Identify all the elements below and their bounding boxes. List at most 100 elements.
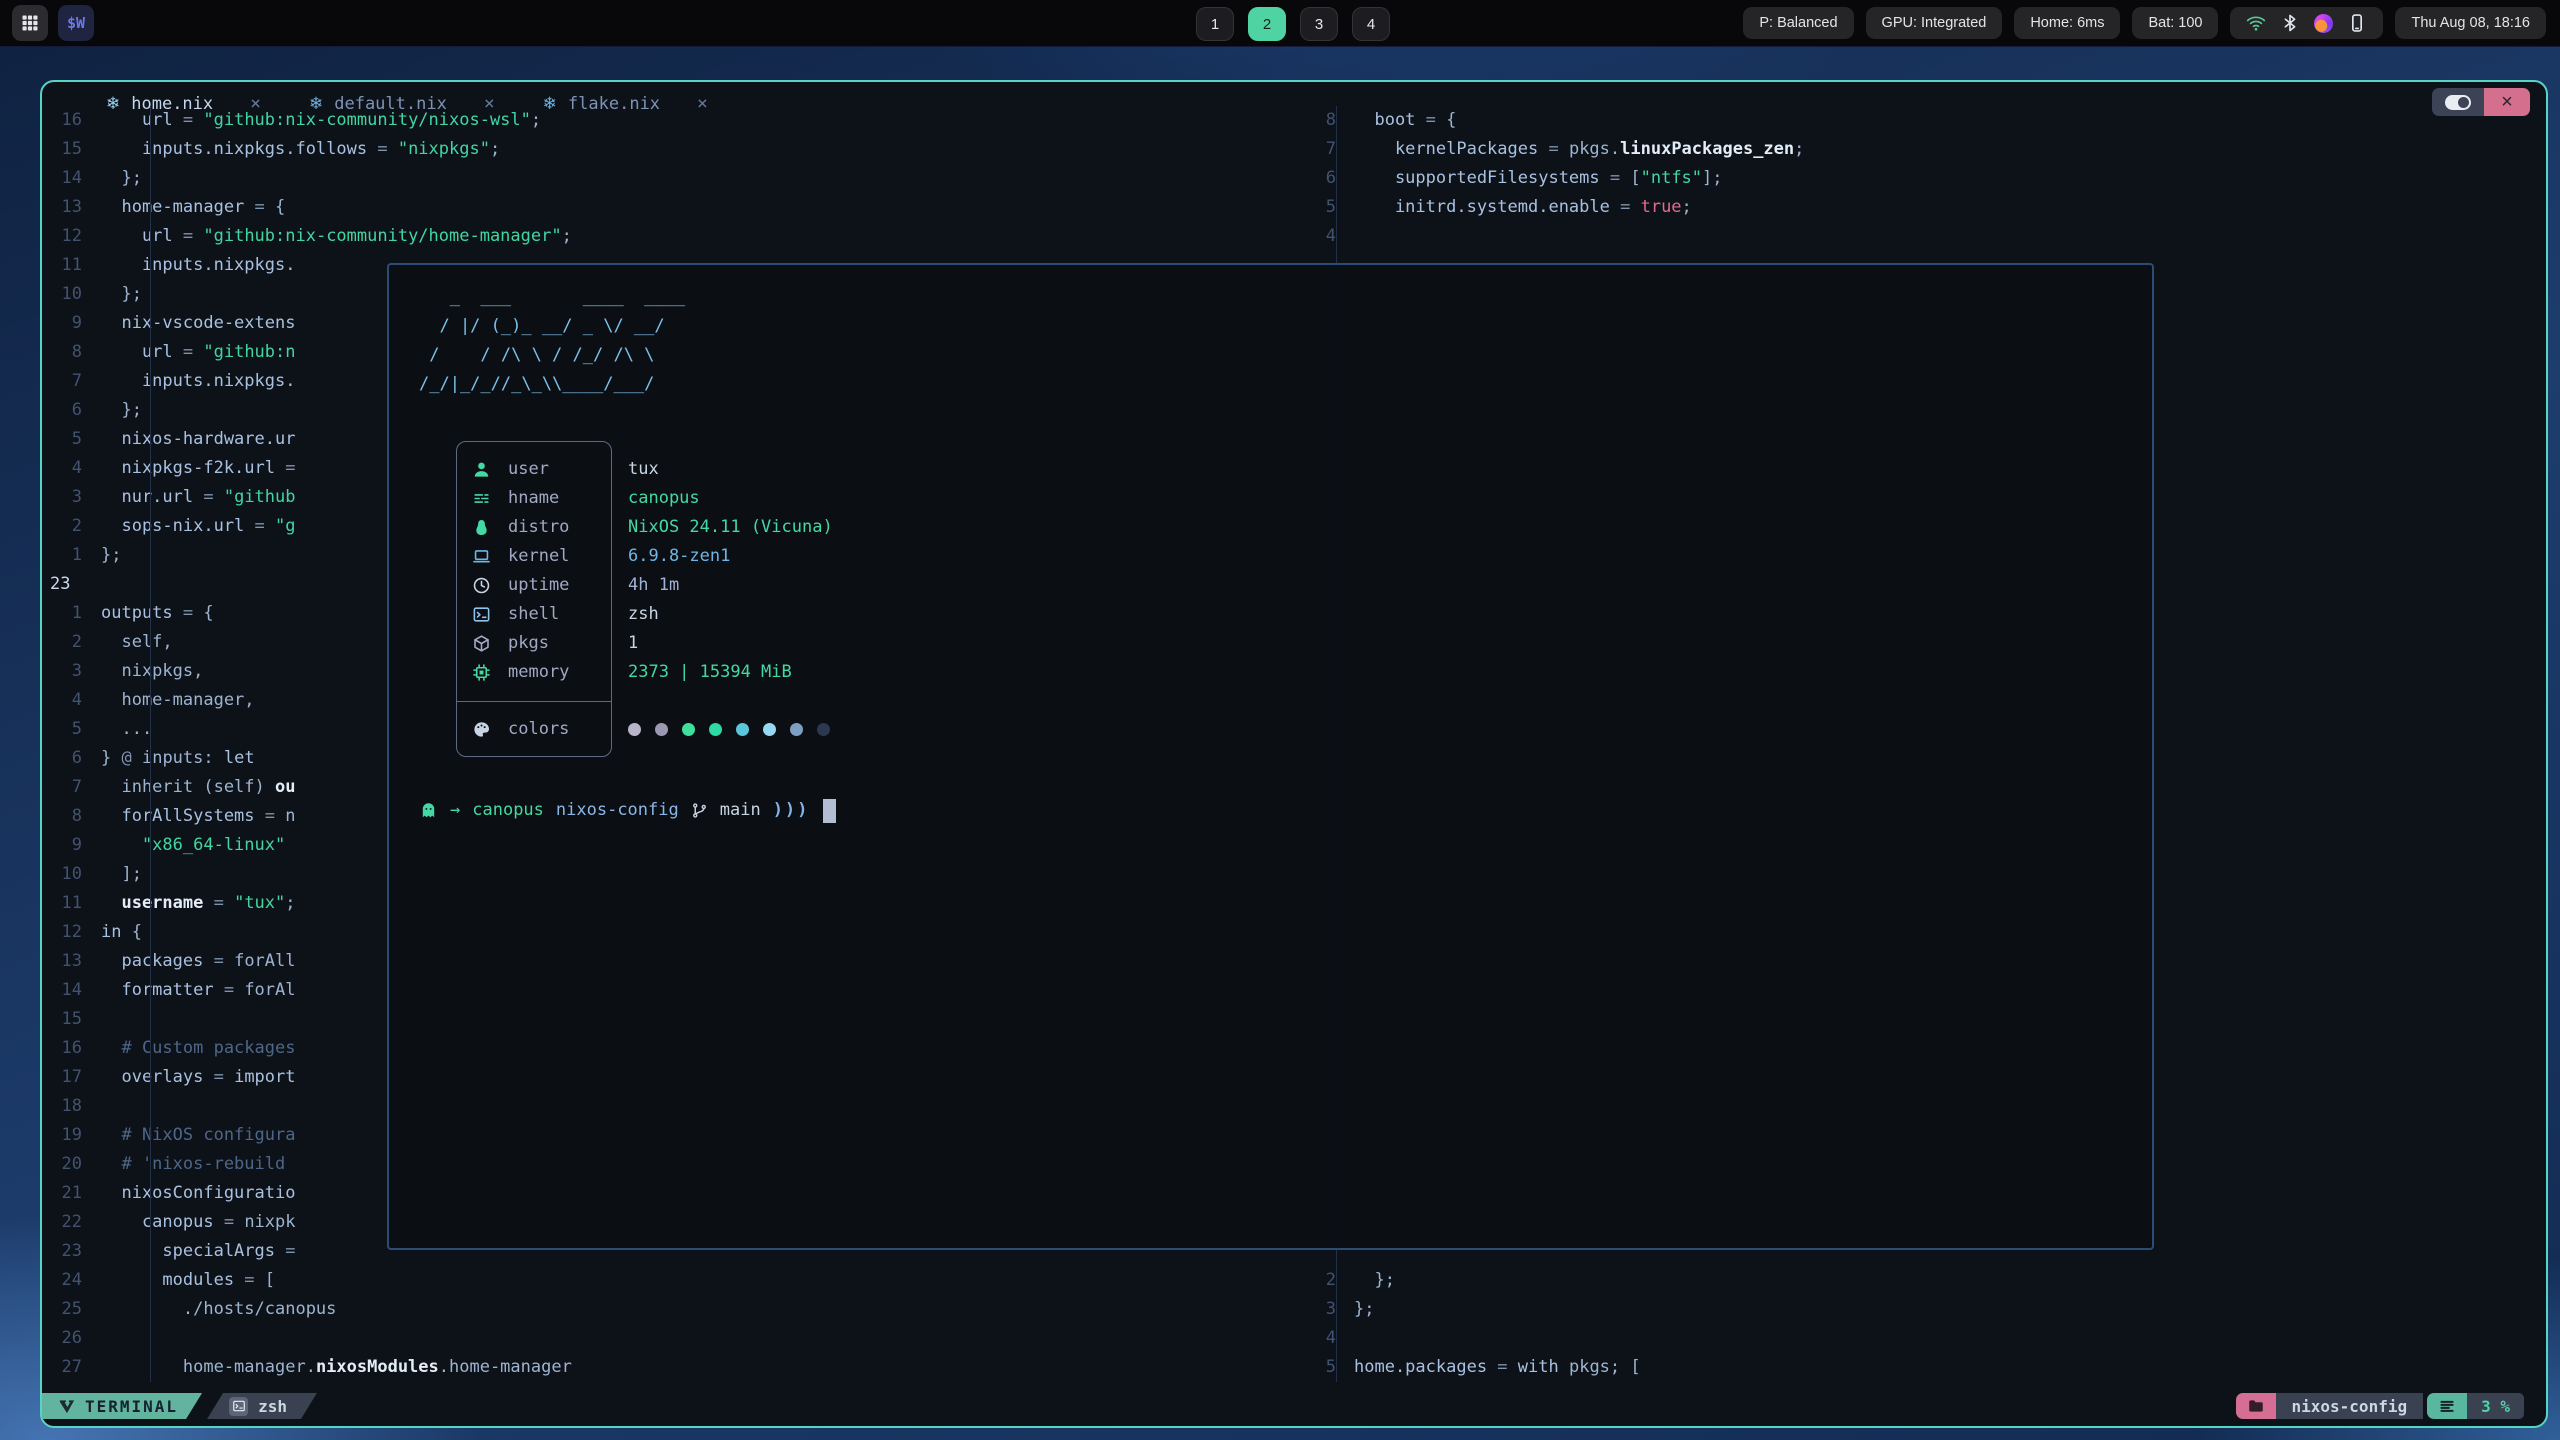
fetch-value: zsh — [628, 600, 659, 629]
editor-pane-right[interactable]: 8 boot = {7 kernelPackages = pkgs.linuxP… — [1312, 106, 2542, 251]
bluetooth-icon — [2280, 13, 2300, 33]
statusline-mode-segment: TERMINAL — [42, 1393, 202, 1419]
line-number: 10 — [42, 860, 86, 889]
line-number: 3 — [42, 483, 86, 512]
line-number: 16 — [42, 1034, 86, 1063]
line-number: 27 — [42, 1353, 86, 1382]
code-line: 5home.packages = with pkgs; [ — [1312, 1353, 2542, 1382]
line-number: 26 — [42, 1324, 86, 1353]
statusline-project: nixos-config — [2276, 1393, 2424, 1419]
workspace-button-4[interactable]: 4 — [1352, 7, 1390, 41]
right-pane-bottom-lines: 2 };3};45home.packages = with pkgs; [ — [1312, 1266, 2542, 1382]
fetch-row-pkgs: pkgs1 — [456, 629, 1556, 658]
status-pill[interactable]: P: Balanced — [1743, 7, 1853, 39]
color-swatch — [655, 723, 668, 736]
status-pill[interactable]: Bat: 100 — [2132, 7, 2218, 39]
line-number: 25 — [42, 1295, 86, 1324]
statusline-shell-segment: zsh — [207, 1393, 317, 1419]
status-pill[interactable]: GPU: Integrated — [1866, 7, 2003, 39]
code-line: 6 supportedFilesystems = ["ntfs"]; — [1312, 164, 2542, 193]
line-number: 16 — [42, 106, 86, 135]
line-number: 10 — [42, 280, 86, 309]
apps-launcher-button[interactable] — [12, 5, 48, 41]
terminal-cursor[interactable] — [823, 799, 836, 823]
line-number: 5 — [42, 715, 86, 744]
clock-widget[interactable]: Thu Aug 08, 18:16 — [2395, 7, 2546, 39]
fetch-row-uptime: uptime4h 1m — [456, 571, 1556, 600]
fetch-value: canopus — [628, 484, 700, 513]
color-swatch — [817, 723, 830, 736]
line-number: 15 — [42, 1005, 86, 1034]
editor-window: ❄home.nix×❄default.nix×❄flake.nix× × 16 … — [40, 80, 2548, 1428]
workspace-switcher: 1234 — [1196, 7, 1390, 41]
code-line: 12 url = "github:nix-community/home-mana… — [42, 222, 1308, 251]
statusline-shell: zsh — [258, 1397, 287, 1416]
fetch-rows: usertuxhnamecanopusdistroNixOS 24.11 (Vi… — [456, 441, 1556, 687]
line-number: 22 — [42, 1208, 86, 1237]
line-number: 8 — [42, 338, 86, 367]
fetch-value: 6.9.8-zen1 — [628, 542, 730, 571]
prompt-chevrons: ))) — [773, 796, 810, 825]
wifi-icon — [2246, 13, 2266, 33]
fetch-value: 1 — [628, 629, 638, 658]
system-tray[interactable] — [2230, 7, 2383, 39]
code-line: 13 home-manager = { — [42, 193, 1308, 222]
fetch-colors-row: colors — [456, 715, 1556, 744]
code-line: 3}; — [1312, 1295, 2542, 1324]
color-swatch — [763, 723, 776, 736]
code-line: 5 initrd.systemd.enable = true; — [1312, 193, 2542, 222]
workspace-button-2[interactable]: 2 — [1248, 7, 1286, 41]
code-line: 2 }; — [1312, 1266, 2542, 1295]
right-pane-top-lines: 8 boot = {7 kernelPackages = pkgs.linuxP… — [1312, 106, 2542, 251]
media-icon — [2314, 14, 2333, 33]
code-line: 26 — [42, 1324, 1308, 1353]
line-number: 9 — [42, 309, 86, 338]
line-number: 4 — [42, 454, 86, 483]
line-number: 6 — [42, 744, 86, 773]
line-number: 18 — [42, 1092, 86, 1121]
fastfetch-panel: usertuxhnamecanopusdistroNixOS 24.11 (Vi… — [456, 441, 1556, 744]
line-number: 2 — [42, 628, 86, 657]
fetch-value: tux — [628, 455, 659, 484]
indent-guide-line — [150, 106, 151, 1382]
shell-prompt[interactable]: → canopus nixos-config main ))) — [419, 796, 836, 825]
workspace-badge-button[interactable]: $W — [58, 5, 94, 41]
apps-grid-icon — [20, 13, 40, 33]
prompt-git-branch: main — [720, 796, 761, 825]
code-line: 4 — [1312, 1324, 2542, 1353]
line-number: 4 — [42, 686, 86, 715]
fetch-row-shell: shellzsh — [456, 600, 1556, 629]
scroll-chip — [2427, 1393, 2467, 1419]
color-swatch — [682, 723, 695, 736]
line-number: 5 — [42, 425, 86, 454]
line-number: 12 — [42, 918, 86, 947]
line-number: 11 — [42, 889, 86, 918]
line-number: 6 — [42, 396, 86, 425]
line-number: 23 — [42, 570, 94, 599]
line-number: 20 — [42, 1150, 86, 1179]
line-number: 8 — [42, 802, 86, 831]
line-number: 2 — [42, 512, 86, 541]
color-swatch — [628, 723, 641, 736]
code-line: 24 modules = [ — [42, 1266, 1308, 1295]
fetch-box-divider — [456, 701, 612, 702]
line-number: 9 — [42, 831, 86, 860]
status-pill[interactable]: Home: 6ms — [2014, 7, 2120, 39]
fetch-value: NixOS 24.11 (Vicuna) — [628, 513, 833, 542]
fetch-value: 2373 | 15394 MiB — [628, 658, 792, 687]
workspace-button-3[interactable]: 3 — [1300, 7, 1338, 41]
floating-terminal-window: _ ___ ____ ____ / |/ (_)_ __/ _ \/ __/ /… — [387, 263, 2154, 1250]
code-line: 27 home-manager.nixosModules.home-manage… — [42, 1353, 1308, 1382]
lines-icon — [2438, 1397, 2456, 1415]
prompt-directory: nixos-config — [556, 796, 679, 825]
statusline-mode: TERMINAL — [85, 1397, 178, 1416]
nixos-ascii-art: _ ___ ____ ____ / |/ (_)_ __/ _ \/ __/ /… — [419, 283, 685, 399]
fetch-row-user: usertux — [456, 455, 1556, 484]
code-line: 14 }; — [42, 164, 1308, 193]
line-number: 24 — [42, 1266, 86, 1295]
terminal-icon — [229, 1397, 248, 1416]
color-swatch — [736, 723, 749, 736]
line-number: 7 — [42, 773, 86, 802]
workspace-button-1[interactable]: 1 — [1196, 7, 1234, 41]
status-pills: P: Balanced GPU: Integrated Home: 6ms Bat: … — [1743, 7, 2218, 39]
